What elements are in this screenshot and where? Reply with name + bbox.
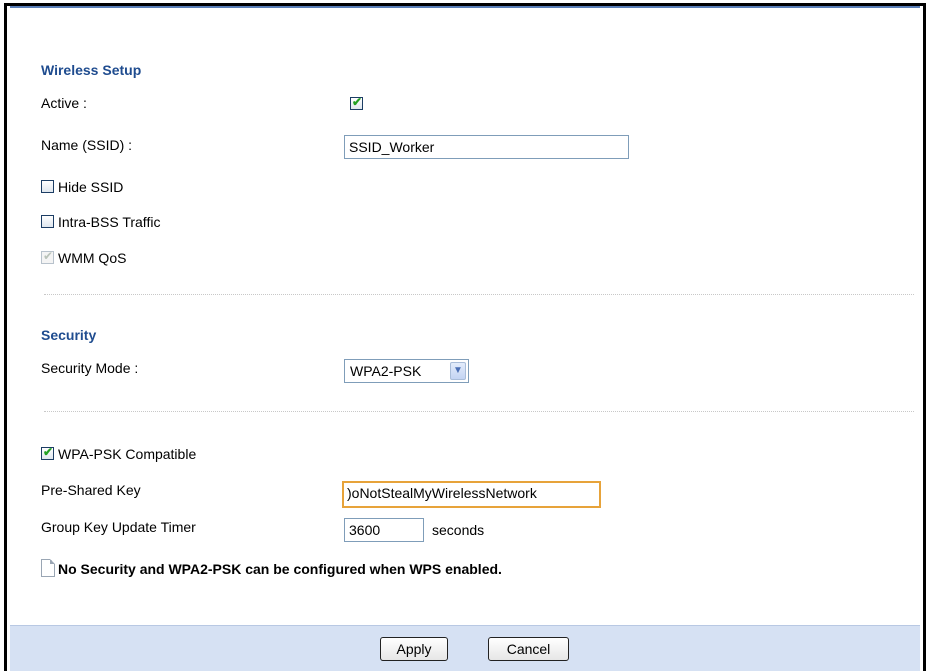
wpa-psk-compatible-checkbox[interactable]: ✔ (41, 445, 54, 460)
active-label: Active : (41, 95, 87, 111)
psk-label: Pre-Shared Key (41, 482, 141, 498)
group-key-label: Group Key Update Timer (41, 519, 196, 535)
cancel-button[interactable]: Cancel (488, 637, 569, 661)
checkmark-icon: ✔ (43, 249, 54, 263)
hide-ssid-label: Hide SSID (58, 179, 124, 195)
group-key-unit: seconds (432, 522, 485, 538)
section-divider (44, 294, 914, 295)
ssid-input[interactable]: SSID_Worker (344, 135, 629, 159)
security-mode-label: Security Mode : (41, 360, 139, 376)
checkmark-icon: ✔ (43, 445, 54, 459)
intra-bss-label: Intra-BSS Traffic (58, 214, 161, 230)
active-checkbox[interactable]: ✔ (350, 95, 363, 110)
section-divider (44, 411, 914, 412)
hide-ssid-checkbox[interactable] (41, 180, 54, 193)
ssid-label: Name (SSID) : (41, 137, 133, 153)
wmm-qos-checkbox: ✔ (41, 249, 54, 264)
wps-note: No Security and WPA2-PSK can be configur… (58, 561, 502, 577)
footer-bar: Apply Cancel (10, 625, 920, 671)
settings-panel: Wireless Setup Active : ✔ Name (SSID) : … (4, 3, 926, 671)
apply-button[interactable]: Apply (380, 637, 448, 661)
security-title: Security (41, 327, 97, 343)
security-mode-value: WPA2-PSK (350, 363, 422, 379)
checkmark-icon: ✔ (352, 95, 363, 109)
group-key-input[interactable]: 3600 (344, 518, 424, 542)
wireless-setup-title: Wireless Setup (41, 62, 142, 78)
wmm-qos-label: WMM QoS (58, 250, 127, 266)
note-icon (41, 559, 55, 577)
intra-bss-checkbox[interactable] (41, 215, 54, 228)
security-mode-select[interactable]: WPA2-PSK ▼ (344, 359, 469, 383)
chevron-down-icon[interactable]: ▼ (450, 362, 466, 380)
psk-input[interactable]: )oNotStealMyWirelessNetwork (342, 481, 601, 508)
wpa-psk-compatible-label: WPA-PSK Compatible (58, 446, 197, 462)
